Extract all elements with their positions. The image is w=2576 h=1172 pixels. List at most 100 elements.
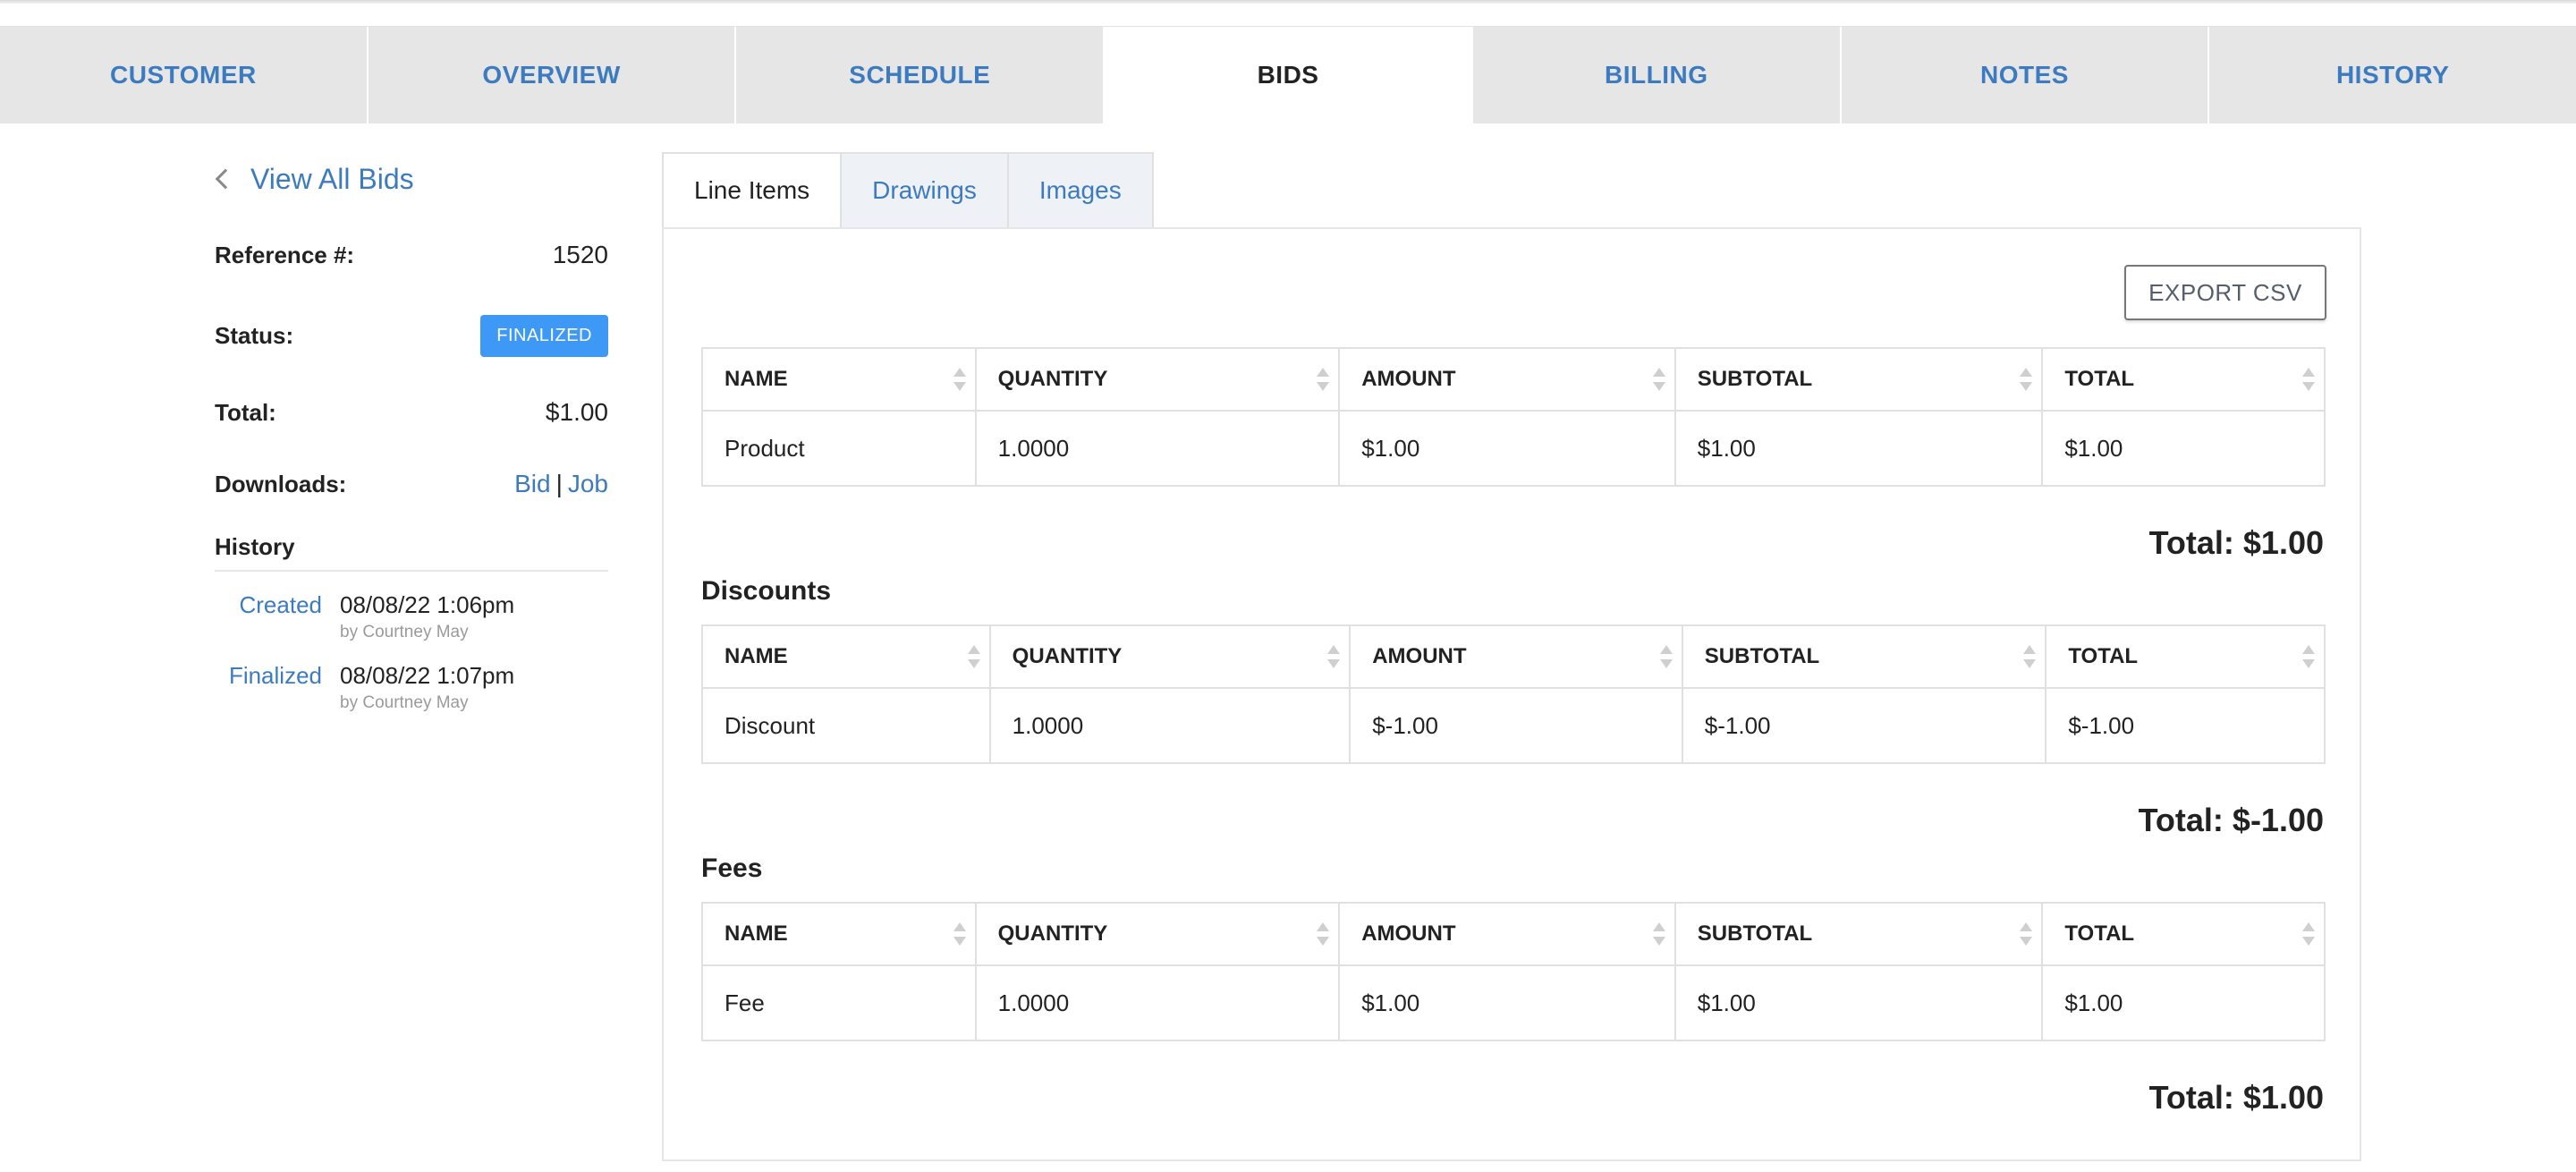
- column-header-label: TOTAL: [2064, 367, 2135, 391]
- reference-label: Reference #:: [215, 241, 355, 268]
- column-header-quantity[interactable]: QUANTITY: [989, 625, 1352, 689]
- tab-history[interactable]: HISTORY: [2209, 27, 2576, 123]
- column-header-label: SUBTOTAL: [1704, 644, 1820, 668]
- tab-customer[interactable]: CUSTOMER: [0, 27, 369, 123]
- column-header-label: QUANTITY: [997, 921, 1108, 946]
- bid-detail-tabs: Line Items Drawings Images: [662, 152, 1154, 229]
- history-heading: History: [215, 533, 608, 572]
- table-header-row: NAME QUANTITY AMOUNT SUBTOTAL TOTAL: [702, 625, 2325, 689]
- sort-icon: [953, 368, 966, 391]
- line-items-table: NAME QUANTITY AMOUNT SUBTOTAL TOTAL Prod…: [701, 347, 2326, 487]
- view-all-bids-label: View All Bids: [250, 162, 414, 195]
- discounts-total: Total: $-1.00: [2138, 802, 2324, 838]
- line-items-total: Total: $1.00: [2148, 524, 2324, 561]
- column-header-label: AMOUNT: [1361, 367, 1456, 391]
- column-header-name[interactable]: NAME: [702, 903, 977, 966]
- sort-icon: [1317, 922, 1330, 946]
- sort-icon: [2302, 645, 2315, 668]
- column-header-label: QUANTITY: [1012, 644, 1123, 668]
- cell-name: Product: [702, 411, 977, 486]
- history-item: Created 08/08/22 1:06pm by Courtney May: [215, 591, 608, 642]
- download-bid-link[interactable]: Bid: [514, 470, 550, 497]
- cell-total: $1.00: [2064, 989, 2123, 1016]
- column-header-label: QUANTITY: [997, 367, 1108, 391]
- sort-icon: [953, 922, 966, 946]
- bid-summary-panel: View All Bids Reference #: 1520 Status: …: [215, 152, 608, 713]
- column-header-amount[interactable]: AMOUNT: [1339, 903, 1676, 966]
- line-items-panel: EXPORT CSV NAME QUANTITY AMOUNT SUBTOTAL…: [662, 227, 2361, 1161]
- table-row: Discount 1.0000 $-1.00 $-1.00 $-1.00: [702, 688, 2325, 763]
- history-item-author: by Courtney May: [340, 693, 469, 712]
- total-row: Total: $1.00: [215, 390, 608, 435]
- column-header-total[interactable]: TOTAL: [2046, 625, 2325, 689]
- downloads-row: Downloads: Bid | Job: [215, 462, 608, 506]
- history-item-label: Finalized: [228, 662, 322, 689]
- column-header-quantity[interactable]: QUANTITY: [975, 348, 1341, 412]
- column-header-amount[interactable]: AMOUNT: [1350, 625, 1683, 689]
- tab-images[interactable]: Images: [1008, 152, 1154, 229]
- column-header-label: AMOUNT: [1361, 921, 1456, 946]
- export-csv-button[interactable]: EXPORT CSV: [2124, 265, 2326, 320]
- tab-schedule[interactable]: SCHEDULE: [736, 27, 1106, 123]
- sort-icon: [1652, 922, 1665, 946]
- column-header-quantity[interactable]: QUANTITY: [975, 903, 1341, 966]
- sort-icon: [2020, 922, 2033, 946]
- history-item-label: Created: [239, 591, 323, 618]
- history-item: Finalized 08/08/22 1:07pm by Courtney Ma…: [215, 662, 608, 713]
- sort-icon: [1652, 368, 1665, 391]
- status-label: Status:: [215, 321, 294, 349]
- column-header-subtotal[interactable]: SUBTOTAL: [1674, 348, 2044, 412]
- column-header-subtotal[interactable]: SUBTOTAL: [1682, 625, 2047, 689]
- sort-icon: [2023, 645, 2037, 668]
- cell-amount: $1.00: [1339, 965, 1676, 1040]
- sort-icon: [1327, 645, 1341, 668]
- main-nav-tabs: CUSTOMER OVERVIEW SCHEDULE BIDS BILLING …: [0, 27, 2576, 123]
- cell-amount: $1.00: [1339, 411, 1676, 486]
- sort-icon: [2302, 368, 2315, 391]
- column-header-subtotal[interactable]: SUBTOTAL: [1674, 903, 2044, 966]
- cell-total: $-1.00: [2068, 711, 2135, 739]
- cell-name: Discount: [702, 688, 991, 763]
- download-job-link[interactable]: Job: [568, 470, 608, 497]
- fees-heading: Fees: [701, 854, 763, 883]
- tab-notes[interactable]: NOTES: [1841, 27, 2210, 123]
- column-header-amount[interactable]: AMOUNT: [1339, 348, 1676, 412]
- cell-subtotal: $1.00: [1674, 411, 2044, 486]
- tab-drawings[interactable]: Drawings: [842, 152, 1009, 229]
- column-header-label: NAME: [724, 921, 788, 946]
- cell-amount: $-1.00: [1350, 688, 1683, 763]
- view-all-bids-link[interactable]: View All Bids: [215, 152, 608, 206]
- table-header-row: NAME QUANTITY AMOUNT SUBTOTAL TOTAL: [702, 348, 2325, 412]
- table-row: Product 1.0000 $1.00 $1.00 $1.00: [702, 411, 2325, 486]
- sort-icon: [1317, 368, 1330, 391]
- cell-subtotal: $-1.00: [1682, 688, 2047, 763]
- cell-subtotal: $1.00: [1674, 965, 2044, 1040]
- column-header-name[interactable]: NAME: [702, 348, 977, 412]
- fees-total: Total: $1.00: [2148, 1079, 2324, 1116]
- column-header-name[interactable]: NAME: [702, 625, 991, 689]
- browser-top-strip: [0, 0, 2576, 27]
- column-header-total[interactable]: TOTAL: [2042, 903, 2325, 966]
- table-header-row: NAME QUANTITY AMOUNT SUBTOTAL TOTAL: [702, 903, 2325, 966]
- reference-row: Reference #: 1520: [215, 233, 608, 277]
- sort-icon: [2020, 368, 2033, 391]
- cell-total: $1.00: [2064, 434, 2123, 462]
- downloads-label: Downloads:: [215, 470, 347, 497]
- sort-icon: [1659, 645, 1673, 668]
- history-item-date: 08/08/22 1:07pm: [340, 662, 515, 689]
- column-header-total[interactable]: TOTAL: [2042, 348, 2325, 412]
- sort-icon: [967, 645, 980, 668]
- tab-bids[interactable]: BIDS: [1105, 27, 1473, 123]
- column-header-label: SUBTOTAL: [1697, 367, 1813, 391]
- tab-line-items[interactable]: Line Items: [662, 152, 843, 229]
- status-badge: FINALIZED: [480, 314, 608, 357]
- tab-overview[interactable]: OVERVIEW: [368, 27, 737, 123]
- downloads-links: Bid | Job: [514, 470, 608, 498]
- tab-billing[interactable]: BILLING: [1472, 27, 1842, 123]
- cell-quantity: 1.0000: [989, 688, 1352, 763]
- history-item-date: 08/08/22 1:06pm: [340, 591, 515, 618]
- fees-table: NAME QUANTITY AMOUNT SUBTOTAL TOTAL Fee …: [701, 902, 2326, 1041]
- cell-quantity: 1.0000: [975, 965, 1341, 1040]
- column-header-label: NAME: [724, 367, 788, 391]
- cell-name: Fee: [702, 965, 977, 1040]
